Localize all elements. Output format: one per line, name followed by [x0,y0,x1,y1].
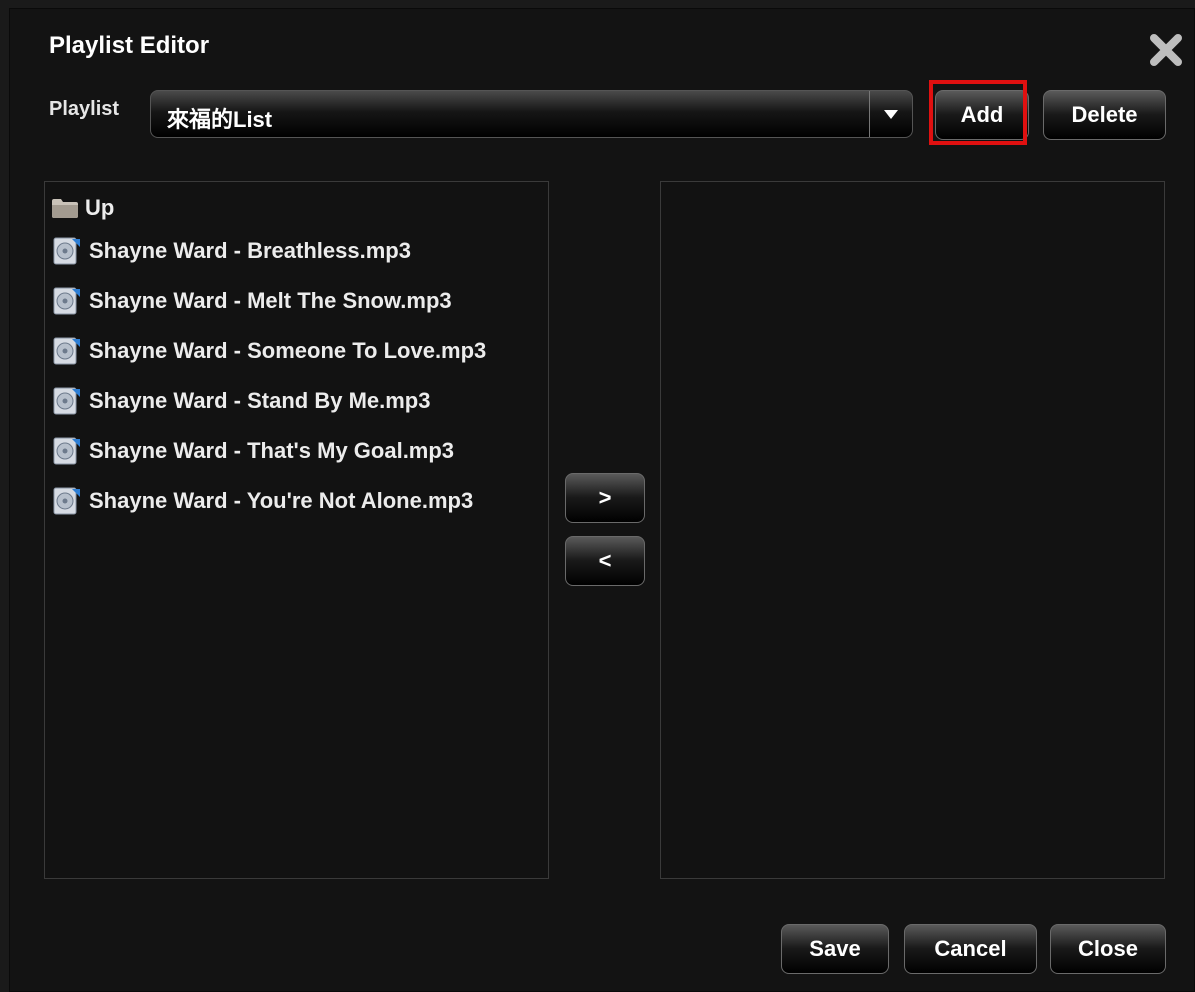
file-name: Shayne Ward - That's My Goal.mp3 [89,438,455,463]
file-list: Up Shayne Ward - Breathless.mp3 Shayne W… [51,192,486,526]
audio-file-icon [53,437,80,465]
file-name: Up [85,195,115,220]
playlist-editor-dialog: Playlist Editor Playlist 來福的List Add Del… [9,8,1195,992]
close-x-icon[interactable] [1142,26,1190,74]
file-name: Shayne Ward - Someone To Love.mp3 [89,338,487,363]
list-item[interactable]: Shayne Ward - That's My Goal.mp3 [51,426,486,476]
playlist-label: Playlist [49,98,120,120]
close-button[interactable]: Close [1050,924,1166,974]
move-to-playlist-button[interactable]: > [565,473,645,523]
playlist-items-panel[interactable] [660,181,1165,879]
chevron-down-icon[interactable] [869,91,912,137]
playlist-select-value: 來福的List [167,107,273,132]
dialog-title: Playlist Editor [49,32,210,59]
playlist-select[interactable]: 來福的List [150,90,913,138]
add-button[interactable]: Add [935,90,1029,140]
file-name: Shayne Ward - Stand By Me.mp3 [89,388,431,413]
list-item-up[interactable]: Up [51,192,486,224]
file-name: Shayne Ward - Breathless.mp3 [89,238,411,263]
save-button[interactable]: Save [781,924,889,974]
audio-file-icon [53,287,80,315]
audio-file-icon [53,237,80,265]
file-name: Shayne Ward - You're Not Alone.mp3 [89,488,474,513]
list-item[interactable]: Shayne Ward - Someone To Love.mp3 [51,326,486,376]
remove-from-playlist-button[interactable]: < [565,536,645,586]
folder-icon [52,199,78,218]
audio-file-icon [53,387,80,415]
delete-button[interactable]: Delete [1043,90,1166,140]
audio-file-icon [53,337,80,365]
file-name: Shayne Ward - Melt The Snow.mp3 [89,288,452,313]
audio-file-icon [53,487,80,515]
file-browser-panel[interactable]: Up Shayne Ward - Breathless.mp3 Shayne W… [44,181,549,879]
list-item[interactable]: Shayne Ward - Breathless.mp3 [51,226,486,276]
list-item[interactable]: Shayne Ward - Stand By Me.mp3 [51,376,486,426]
cancel-button[interactable]: Cancel [904,924,1037,974]
list-item[interactable]: Shayne Ward - Melt The Snow.mp3 [51,276,486,326]
list-item[interactable]: Shayne Ward - You're Not Alone.mp3 [51,476,486,526]
